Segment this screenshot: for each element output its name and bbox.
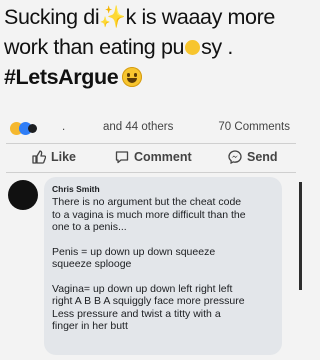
reactions-bar: . and 44 others 70 Comments — [8, 121, 298, 137]
post-line-3: #LetsArgue — [4, 62, 300, 92]
comment-line: Vagina= up down up down left right left — [52, 282, 233, 295]
comment-label: Comment — [134, 150, 192, 164]
post-line-2: work than eating pu sy . — [4, 32, 300, 62]
comment-line: There is no argument but the cheat code — [52, 196, 242, 208]
comment-bubble: Chris Smith There is no argument but the… — [44, 177, 282, 355]
grimace-emoji-icon — [185, 40, 201, 55]
avatar[interactable] — [8, 180, 38, 210]
comment-line: one to a penis... — [52, 221, 127, 233]
action-bar: Like Comment Send — [0, 150, 302, 170]
send-label: Send — [247, 150, 278, 164]
like-label: Like — [51, 150, 77, 164]
comment-line: right A B B A squiggly face more pressur… — [52, 295, 245, 307]
scrollbar[interactable] — [299, 182, 302, 290]
comment-line: finger in her butt — [52, 320, 128, 332]
post-line-2-end: sy . — [201, 35, 233, 59]
reaction-count[interactable]: and 44 others — [103, 121, 173, 133]
comment-line: Penis = up down up down squeeze — [52, 245, 216, 258]
comments-count[interactable]: 70 Comments — [218, 121, 290, 133]
commenter-name[interactable]: Chris Smith — [52, 184, 100, 194]
comment-paragraph-3: Vagina= up down up down left right left … — [52, 283, 280, 333]
divider-top — [6, 143, 296, 144]
post-text: Sucking di✨k is waaay more work than eat… — [4, 2, 300, 92]
hashtag-link[interactable]: #LetsArgue — [4, 65, 119, 89]
comment-paragraph-2: Penis = up down up down squeeze squeeze … — [52, 246, 280, 271]
comment-line: Less pressure and twist a titty with a — [52, 307, 221, 320]
like-button[interactable]: Like — [32, 150, 76, 164]
comment-body: There is no argument but the cheat code … — [52, 196, 280, 345]
reaction-separator: . — [62, 121, 66, 133]
reaction-icons[interactable] — [10, 122, 40, 136]
comment-icon — [115, 151, 129, 164]
comment-line: to a vagina is much more difficult than … — [52, 208, 246, 221]
thumbs-up-icon — [32, 150, 46, 164]
comment-button[interactable]: Comment — [115, 150, 192, 164]
reaction-dot-icon — [28, 124, 37, 133]
send-button[interactable]: Send — [228, 150, 278, 164]
post-line-1: Sucking di✨k is waaay more — [4, 5, 275, 29]
comment-paragraph-1: There is no argument but the cheat code … — [52, 196, 280, 234]
divider-bottom — [6, 172, 296, 173]
messenger-icon — [228, 150, 242, 164]
post-line-2-start: work than eating pu — [4, 35, 185, 59]
laughing-emoji-icon — [122, 67, 143, 87]
comment-line: squeeze splooge — [52, 258, 132, 270]
